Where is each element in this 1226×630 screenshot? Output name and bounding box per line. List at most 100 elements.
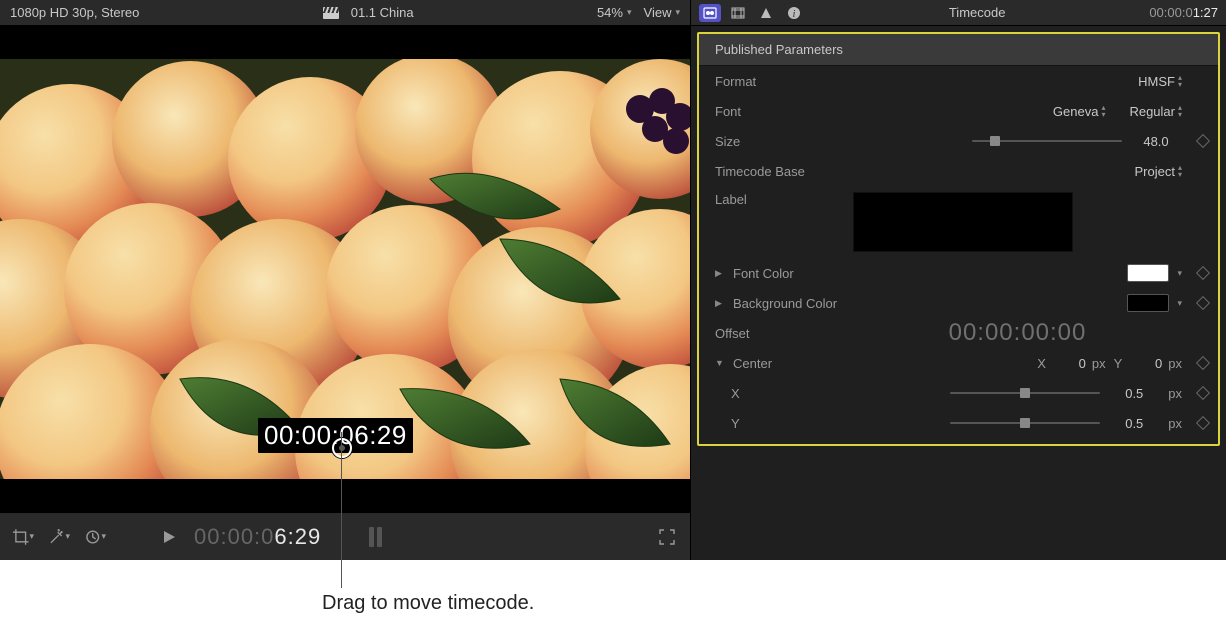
param-label: Offset xyxy=(715,326,845,341)
unit-label: px xyxy=(1168,356,1182,371)
param-row-font: Font Geneva ▴▾ Regular ▴▾ xyxy=(699,96,1218,126)
disclosure-triangle-icon[interactable]: ▼ xyxy=(715,358,725,368)
updown-icon: ▴▾ xyxy=(1178,164,1182,178)
param-label: Size xyxy=(715,134,845,149)
zoom-value: 54% xyxy=(597,5,623,20)
format-popup[interactable]: HMSF ▴▾ xyxy=(1138,74,1182,89)
popup-value: Geneva xyxy=(1053,104,1099,119)
chevron-down-icon: ▾ xyxy=(101,531,106,542)
param-row-label: Label xyxy=(699,186,1218,258)
param-row-center: ▼ Center X 0 px Y 0 px xyxy=(699,348,1218,378)
tc-dim: 00:00:0 xyxy=(1149,5,1192,20)
param-label: Y xyxy=(715,416,845,431)
video-frame xyxy=(0,59,690,479)
axis-label: Y xyxy=(1114,356,1123,371)
updown-icon: ▴▾ xyxy=(1178,104,1182,118)
keyframe-button[interactable] xyxy=(1196,356,1210,370)
font-color-swatch[interactable] xyxy=(1127,264,1169,282)
inspector-header: i Timecode 00:00:01:27 xyxy=(691,0,1226,26)
tc-dim: 00:00:0 xyxy=(194,524,274,549)
generator-inspector-tab[interactable] xyxy=(699,4,721,22)
keyframe-button[interactable] xyxy=(1196,386,1210,400)
unit-label: px xyxy=(1168,416,1182,431)
inspector-duration: 00:00:01:27 xyxy=(1149,5,1218,20)
param-row-center-x: X 0.5 px xyxy=(699,378,1218,408)
param-row-center-y: Y 0.5 px xyxy=(699,408,1218,438)
param-label: Font Color xyxy=(733,266,853,281)
viewer-canvas[interactable]: 00:00:06:29 xyxy=(0,26,690,512)
onscreen-control-handle[interactable] xyxy=(332,438,352,458)
param-label: Center xyxy=(733,356,853,371)
center-y-field[interactable]: Y 0 px xyxy=(1114,356,1182,371)
y-value[interactable]: 0.5 xyxy=(1108,416,1160,431)
info-inspector-tab[interactable]: i xyxy=(783,4,805,22)
size-slider[interactable] xyxy=(972,134,1122,148)
param-label: Format xyxy=(715,74,845,89)
zoom-menu[interactable]: 54% ▾ xyxy=(597,5,632,20)
param-row-offset: Offset 00:00:00:00 xyxy=(699,318,1218,348)
clapperboard-icon xyxy=(323,7,339,19)
fullscreen-button[interactable] xyxy=(656,526,678,548)
x-slider[interactable] xyxy=(950,386,1100,400)
svg-text:i: i xyxy=(793,9,796,20)
param-label: Label xyxy=(715,192,845,207)
disclosure-triangle-icon[interactable]: ▶ xyxy=(715,298,725,309)
popup-value: Regular xyxy=(1129,104,1175,119)
updown-icon: ▴▾ xyxy=(1178,74,1182,88)
param-row-font-color: ▶ Font Color ▾ xyxy=(699,258,1218,288)
video-inspector-tab[interactable] xyxy=(727,4,749,22)
y-slider[interactable] xyxy=(950,416,1100,430)
keyframe-button[interactable] xyxy=(1196,296,1210,310)
param-row-background-color: ▶ Background Color ▾ xyxy=(699,288,1218,318)
callout-line xyxy=(341,432,342,588)
popup-value: Project xyxy=(1135,164,1175,179)
view-menu[interactable]: View ▾ xyxy=(644,5,680,20)
bg-color-swatch[interactable] xyxy=(1127,294,1169,312)
axis-label: X xyxy=(1037,356,1046,371)
playbar: ▾ ▾ ▾ 00:00:06:29 xyxy=(0,512,690,560)
retime-tool-menu[interactable]: ▾ xyxy=(84,526,106,548)
tc-bright: 6:29 xyxy=(274,524,321,549)
param-row-timecode-base: Timecode Base Project ▴▾ xyxy=(699,156,1218,186)
inspector-pane: i Timecode 00:00:01:27 Published Paramet… xyxy=(690,0,1226,560)
param-row-size: Size 48.0 xyxy=(699,126,1218,156)
keyframe-button[interactable] xyxy=(1196,416,1210,430)
offset-timecode-field[interactable]: 00:00:00:00 xyxy=(949,319,1087,347)
chevron-down-icon: ▾ xyxy=(627,7,632,18)
clip-name[interactable]: 01.1 China xyxy=(351,5,414,20)
chevron-down-icon: ▾ xyxy=(675,7,680,18)
keyframe-button[interactable] xyxy=(1196,266,1210,280)
axis-value: 0 xyxy=(1128,356,1162,371)
chevron-down-icon: ▾ xyxy=(29,531,34,542)
play-button[interactable] xyxy=(158,526,180,548)
font-family-popup[interactable]: Geneva ▴▾ xyxy=(1053,104,1106,119)
keyframe-button[interactable] xyxy=(1196,134,1210,148)
font-style-popup[interactable]: Regular ▴▾ xyxy=(1129,104,1182,119)
label-text-well[interactable] xyxy=(853,192,1073,252)
viewer-pane: 1080p HD 30p, Stereo 01.1 China 54% ▾ Vi… xyxy=(0,0,690,560)
disclosure-triangle-icon[interactable]: ▶ xyxy=(715,268,725,279)
param-label: X xyxy=(715,386,845,401)
color-inspector-tab[interactable] xyxy=(755,4,777,22)
chevron-down-icon[interactable]: ▾ xyxy=(1177,268,1182,279)
unit-label: px xyxy=(1092,356,1106,371)
view-label: View xyxy=(644,5,672,20)
playhead-timecode[interactable]: 00:00:06:29 xyxy=(194,524,321,550)
effects-tool-menu[interactable]: ▾ xyxy=(48,526,70,548)
timecode-base-popup[interactable]: Project ▴▾ xyxy=(1135,164,1182,179)
param-row-format: Format HMSF ▴▾ xyxy=(699,66,1218,96)
axis-value: 0 xyxy=(1052,356,1086,371)
unit-label: px xyxy=(1168,386,1182,401)
crop-tool-menu[interactable]: ▾ xyxy=(12,526,34,548)
x-value[interactable]: 0.5 xyxy=(1108,386,1160,401)
published-parameters-panel: Published Parameters Format HMSF ▴▾ Font… xyxy=(697,32,1220,446)
updown-icon: ▴▾ xyxy=(1101,104,1105,118)
tc-bright: 1:27 xyxy=(1193,5,1218,20)
chevron-down-icon[interactable]: ▾ xyxy=(1177,298,1182,309)
size-value[interactable]: 48.0 xyxy=(1130,134,1182,149)
format-info: 1080p HD 30p, Stereo xyxy=(10,5,139,20)
caption-text: Drag to move timecode. xyxy=(322,592,534,615)
inspector-title: Timecode xyxy=(811,5,1143,20)
center-x-field[interactable]: X 0 px xyxy=(1037,356,1105,371)
param-label: Background Color xyxy=(733,296,853,311)
